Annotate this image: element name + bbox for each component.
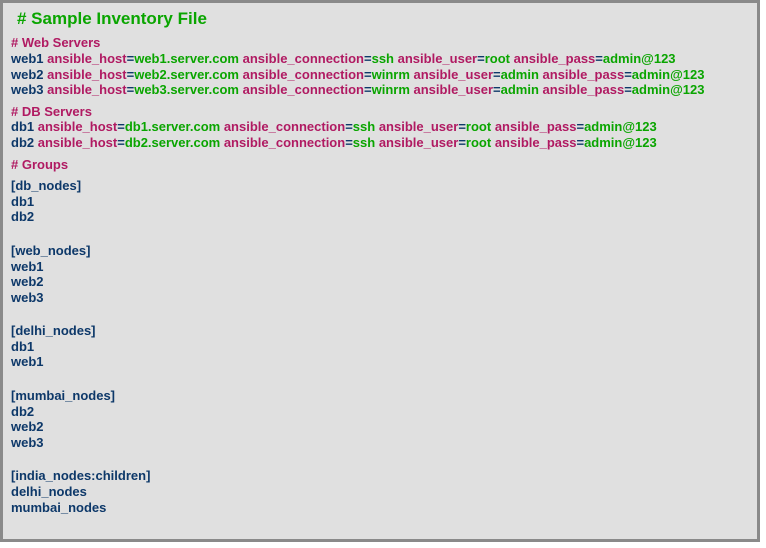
val-user: admin [501,67,539,82]
key-host: ansible_host [38,135,117,150]
group-member: web1 [11,354,749,370]
host-name: web3 [11,82,44,97]
group-member: web1 [11,259,749,275]
group-member: web3 [11,435,749,451]
key-conn: ansible_connection [224,135,345,150]
val-user: root [466,135,491,150]
key-user: ansible_user [379,119,459,134]
val-pass: admin@123 [584,135,657,150]
group-member: db2 [11,209,749,225]
val-conn: ssh [353,119,375,134]
key-conn: ansible_connection [243,82,364,97]
key-host: ansible_host [47,82,126,97]
group-header: [mumbai_nodes] [11,388,749,404]
val-conn: winrm [372,82,410,97]
val-pass: admin@123 [632,67,705,82]
val-pass: admin@123 [632,82,705,97]
val-conn: winrm [372,67,410,82]
group-header: [web_nodes] [11,243,749,259]
key-conn: ansible_connection [243,51,364,66]
group-member: web2 [11,274,749,290]
group-header: [india_nodes:children] [11,468,749,484]
comment-db-servers: # DB Servers [11,104,749,120]
key-host: ansible_host [47,67,126,82]
group-member: mumbai_nodes [11,500,749,516]
host-name: db2 [11,135,34,150]
group-member: db1 [11,194,749,210]
key-pass: ansible_pass [514,51,596,66]
key-pass: ansible_pass [543,67,625,82]
val-host: db1.server.com [125,119,220,134]
groups-block: [db_nodes]db1db2[web_nodes]web1web2web3[… [11,178,749,515]
comment-web-servers: # Web Servers [11,35,749,51]
val-conn: ssh [353,135,375,150]
key-host: ansible_host [47,51,126,66]
group-member: delhi_nodes [11,484,749,500]
val-conn: ssh [372,51,394,66]
group-member: web2 [11,419,749,435]
file-title: # Sample Inventory File [17,9,749,29]
host-row: web1 ansible_host=web1.server.com ansibl… [11,51,749,67]
key-pass: ansible_pass [495,135,577,150]
key-conn: ansible_connection [243,67,364,82]
val-host: web2.server.com [134,67,239,82]
key-host: ansible_host [38,119,117,134]
group-member: db2 [11,404,749,420]
group-member: db1 [11,339,749,355]
host-name: db1 [11,119,34,134]
key-user: ansible_user [379,135,459,150]
val-pass: admin@123 [603,51,676,66]
val-user: admin [501,82,539,97]
key-user: ansible_user [414,67,494,82]
db-hosts-block: db1 ansible_host=db1.server.com ansible_… [11,119,749,150]
web-hosts-block: web1 ansible_host=web1.server.com ansibl… [11,51,749,98]
key-conn: ansible_connection [224,119,345,134]
key-pass: ansible_pass [495,119,577,134]
host-row: web3 ansible_host=web3.server.com ansibl… [11,82,749,98]
comment-groups: # Groups [11,157,749,173]
key-pass: ansible_pass [543,82,625,97]
group-header: [db_nodes] [11,178,749,194]
host-row: db2 ansible_host=db2.server.com ansible_… [11,135,749,151]
group-header: [delhi_nodes] [11,323,749,339]
val-host: web3.server.com [134,82,239,97]
host-row: web2 ansible_host=web2.server.com ansibl… [11,67,749,83]
group-member: web3 [11,290,749,306]
inventory-file-frame: # Sample Inventory File # Web Servers we… [0,0,760,542]
val-host: db2.server.com [125,135,220,150]
host-name: web1 [11,51,44,66]
host-row: db1 ansible_host=db1.server.com ansible_… [11,119,749,135]
val-host: web1.server.com [134,51,239,66]
val-user: root [485,51,510,66]
key-user: ansible_user [398,51,478,66]
key-user: ansible_user [414,82,494,97]
val-user: root [466,119,491,134]
val-pass: admin@123 [584,119,657,134]
host-name: web2 [11,67,44,82]
